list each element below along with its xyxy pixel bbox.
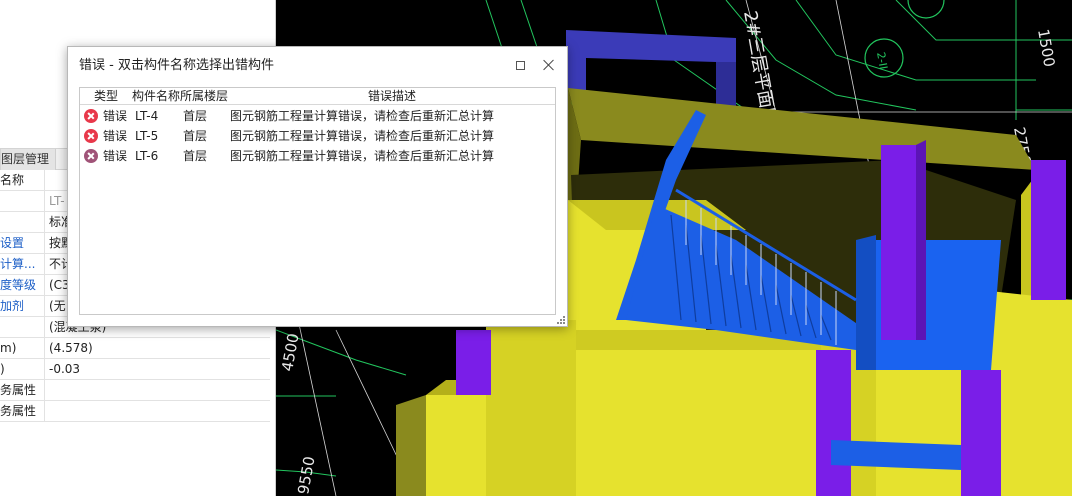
property-name: 名称 [0,170,45,191]
error-icon [84,129,98,143]
error-icon [84,149,98,163]
property-name-text: m) [0,341,17,355]
property-name [0,191,45,212]
error-description: 图元钢筋工程量计算错误，请检查后重新汇总计算 [230,149,495,163]
column-header-name[interactable]: 构件名称 [132,88,180,105]
error-icon [84,109,98,123]
property-name: 度等级 [0,275,45,296]
property-row[interactable]: 务属性 [0,380,270,401]
property-value[interactable] [49,380,269,401]
property-name-text: 计算... [0,257,36,271]
error-type: 错误 [103,109,128,123]
property-name [0,317,45,338]
property-name: 务属性 [0,380,45,401]
error-list[interactable]: 类型 构件名称 所属楼层 错误描述 错误 LT-4 首层 图元钢筋工程量计算错误，请检… [79,87,556,315]
close-button[interactable] [542,58,556,72]
property-name-text: 名称 [0,173,25,187]
dimension-label-4500: 4500 [278,332,302,373]
tab-layer-management[interactable]: 图层管理 [1,149,57,170]
property-name: m) [0,338,45,359]
error-description: 图元钢筋工程量计算错误，请检查后重新汇总计算 [230,109,495,123]
dialog-titlebar[interactable]: 错误 - 双击构件名称选择出错构件 [68,47,567,85]
column-header-description[interactable]: 错误描述 [368,88,416,105]
dialog-title: 错误 - 双击构件名称选择出错构件 [79,58,274,73]
property-value[interactable]: (4.578) [49,338,269,359]
property-row[interactable]: 务属性 [0,401,270,422]
error-description: 图元钢筋工程量计算错误，请检查后重新汇总计算 [230,129,495,143]
error-list-header: 类型 构件名称 所属楼层 错误描述 [80,88,555,105]
property-row[interactable]: ) -0.03 [0,359,270,380]
maximize-icon [516,61,525,70]
property-value[interactable] [49,401,269,422]
property-name-text: ) [0,362,5,376]
error-row[interactable]: 错误 LT-6 首层 图元钢筋工程量计算错误，请检查后重新汇总计算 [80,146,555,166]
component-name[interactable]: LT-4 [135,106,158,126]
property-name: ) [0,359,45,380]
error-type: 错误 [103,149,128,163]
dimension-label-9550: 9550 [294,455,318,496]
property-name: 务属性 [0,401,45,422]
property-name-text: 设置 [0,236,25,250]
property-name-text: 务属性 [0,404,37,418]
maximize-button[interactable] [514,59,528,73]
floor-name: 首层 [183,149,208,163]
error-row[interactable]: 错误 LT-5 首层 图元钢筋工程量计算错误，请检查后重新汇总计算 [80,126,555,146]
property-name: 计算... [0,254,45,275]
error-type: 错误 [103,129,128,143]
floor-name: 首层 [183,129,208,143]
property-name-text: 加剂 [0,299,25,313]
error-row[interactable]: 错误 LT-4 首层 图元钢筋工程量计算错误，请检查后重新汇总计算 [80,106,555,126]
property-name: 加剂 [0,296,45,317]
resize-grip-icon[interactable] [555,314,566,325]
column-header-floor[interactable]: 所属楼层 [180,88,228,105]
column-header-type[interactable]: 类型 [94,88,118,105]
property-row[interactable]: m) (4.578) [0,338,270,359]
property-name [0,212,45,233]
component-name[interactable]: LT-5 [135,126,158,146]
property-name-text: 度等级 [0,278,37,292]
property-name: 设置 [0,233,45,254]
property-name-text: 务属性 [0,383,37,397]
property-value[interactable]: -0.03 [49,359,269,380]
floor-name: 首层 [183,109,208,123]
error-dialog: 错误 - 双击构件名称选择出错构件 类型 构件名称 所属楼层 错误描述 错误 LT… [67,46,568,327]
component-name[interactable]: LT-6 [135,146,158,166]
dimension-label-1500: 1500 [1034,28,1058,69]
